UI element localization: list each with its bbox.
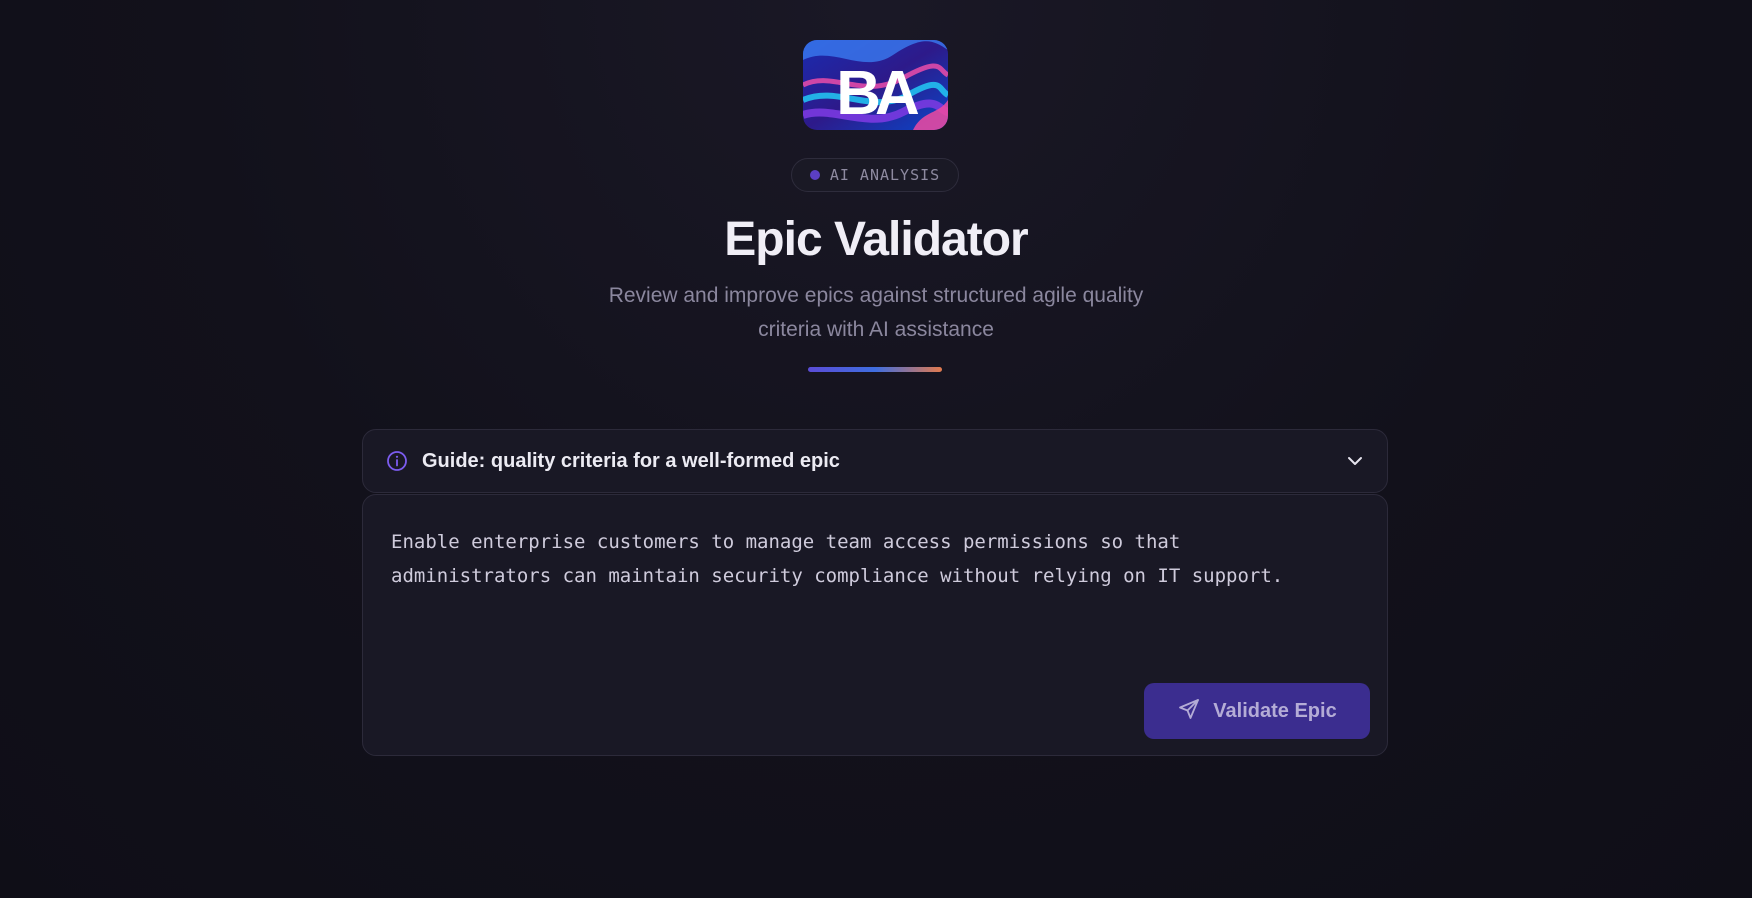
epic-textarea[interactable]: Enable enterprise customers to manage te… — [391, 525, 1351, 675]
validate-epic-button[interactable]: Validate Epic — [1144, 683, 1370, 739]
page-title: Epic Validator — [724, 213, 1028, 266]
epic-editor: Enable enterprise customers to manage te… — [362, 494, 1388, 756]
info-icon — [386, 450, 408, 472]
ba-logo: BA — [803, 40, 948, 130]
logo-text: BA — [836, 59, 919, 128]
validate-epic-label: Validate Epic — [1213, 699, 1337, 722]
send-icon — [1177, 697, 1201, 726]
status-dot-icon — [809, 170, 820, 180]
badge-label: AI ANALYSIS — [829, 166, 941, 184]
guide-label: Guide: quality criteria for a well-forme… — [422, 449, 840, 472]
page: BA AI ANALYSIS Epic Validator Review and… — [0, 0, 1752, 898]
chevron-down-icon — [1345, 451, 1365, 471]
accent-divider — [808, 367, 942, 372]
page-subtitle: Review and improve epics against structu… — [608, 284, 1144, 341]
ai-analysis-badge: AI ANALYSIS — [791, 158, 959, 192]
guide-accordion-toggle[interactable]: Guide: quality criteria for a well-forme… — [362, 429, 1388, 493]
